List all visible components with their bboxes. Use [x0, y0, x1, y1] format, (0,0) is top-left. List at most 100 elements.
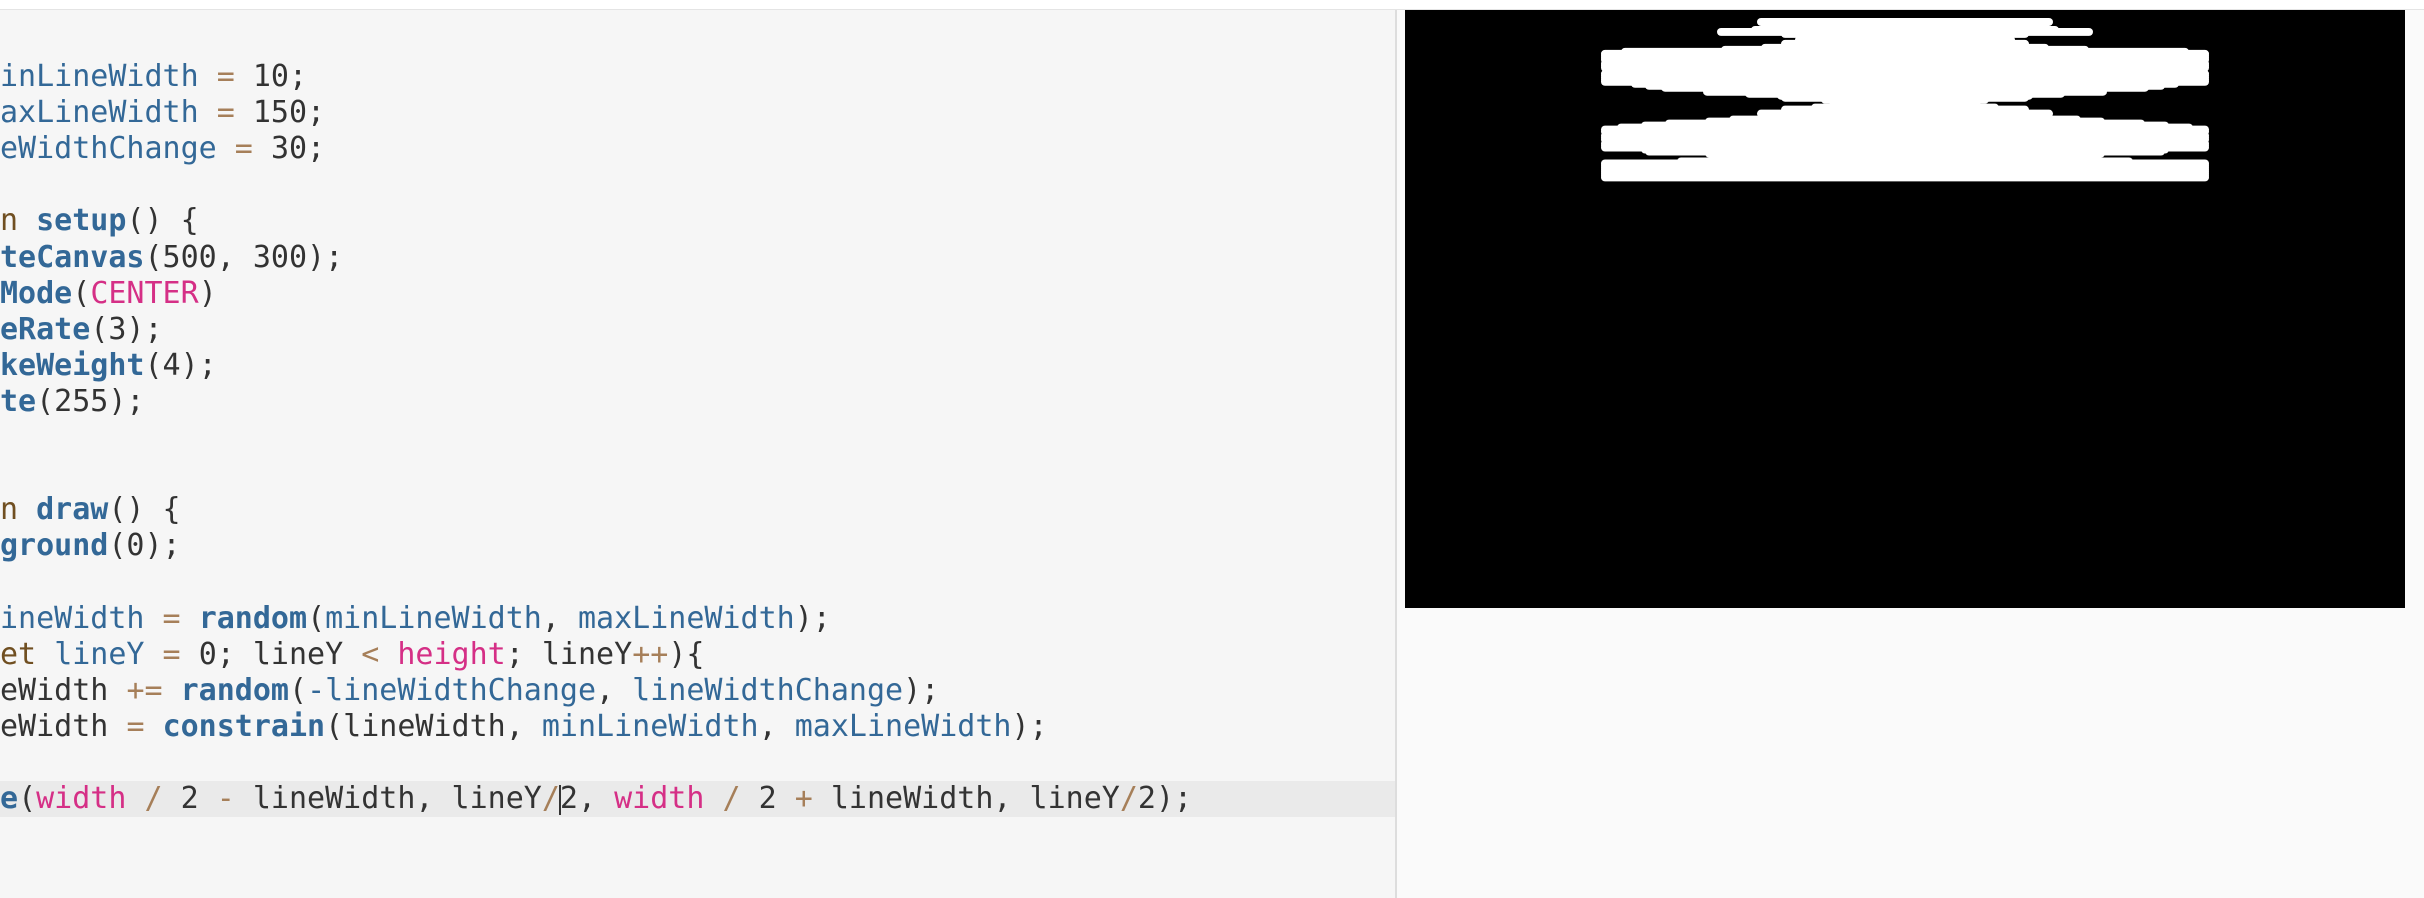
code-token: draw — [36, 492, 109, 528]
code-token: 150; — [252, 95, 326, 131]
code-token: < — [361, 636, 380, 672]
code-line[interactable] — [0, 456, 1395, 492]
code-area[interactable]: inLineWidth = 10; axLineWidth = 150; eWidt… — [0, 10, 1395, 898]
code-line[interactable]: n draw() { — [0, 492, 1395, 528]
code-token: += — [126, 672, 163, 708]
code-token: height — [397, 636, 506, 672]
code-token: ineWidth — [0, 600, 145, 636]
code-token: (0); — [108, 528, 181, 564]
code-token: / — [1119, 781, 1138, 816]
code-token: + — [794, 781, 813, 816]
code-token: setup — [36, 203, 127, 239]
code-token: (255); — [36, 383, 145, 419]
code-line[interactable]: e(width / 2 - lineWidth, lineY/2, width … — [0, 781, 1395, 817]
code-token: (3); — [90, 311, 163, 347]
code-token: eWidth — [0, 708, 127, 744]
code-token: = — [198, 59, 253, 94]
code-token: width — [614, 781, 705, 816]
code-line[interactable]: inLineWidth = 10; — [0, 59, 1395, 95]
code-token: n — [0, 492, 37, 528]
code-token: random — [180, 672, 289, 708]
code-token: lineWidth, lineY — [234, 781, 542, 816]
code-token: keWeight — [0, 347, 145, 383]
code-line[interactable] — [0, 745, 1395, 781]
sketch-preview-panel — [1397, 10, 2424, 898]
code-token: , — [596, 672, 633, 708]
code-token: = — [144, 600, 199, 636]
code-token: - — [216, 781, 235, 816]
code-line[interactable]: eWidthChange = 30; — [0, 131, 1395, 167]
code-token: (lineWidth, — [325, 708, 542, 744]
window-top-edge — [0, 0, 2424, 10]
code-token: ( — [289, 672, 308, 708]
code-token: maxLineWidth — [578, 600, 795, 636]
code-line[interactable]: n setup() { — [0, 203, 1395, 239]
code-token: et — [0, 636, 55, 672]
code-token: eWidth — [0, 672, 127, 708]
code-token: ); — [794, 600, 831, 636]
code-token: 2 — [180, 781, 217, 816]
code-token: random — [198, 600, 308, 636]
code-token: (500, 300); — [144, 239, 344, 275]
code-token: e — [0, 781, 19, 816]
code-token: inLineWidth — [0, 59, 199, 94]
code-line[interactable]: ineWidth = random(minLineWidth, maxLineW… — [0, 601, 1395, 637]
code-token: , — [541, 600, 578, 636]
code-line[interactable]: keWeight(4); — [0, 348, 1395, 384]
code-token: () { — [126, 203, 199, 239]
code-token: teCanvas — [0, 239, 145, 275]
code-token: ){ — [668, 636, 705, 672]
code-token: CENTER — [90, 275, 199, 311]
code-token: () { — [108, 492, 181, 528]
code-token: ++ — [632, 636, 669, 672]
code-line[interactable]: axLineWidth = 150; — [0, 95, 1395, 131]
code-token: 30; — [270, 131, 326, 167]
sketch-canvas — [1405, 10, 2405, 608]
code-line[interactable]: eWidth = constrain(lineWidth, minLineWid… — [0, 709, 1395, 745]
code-token: = — [126, 708, 145, 744]
code-token: width — [36, 781, 127, 816]
code-editor[interactable]: inLineWidth = 10; axLineWidth = 150; eWidt… — [0, 10, 1397, 898]
code-line[interactable]: eRate(3); — [0, 312, 1395, 348]
code-token: / — [126, 781, 181, 816]
code-line[interactable]: Mode(CENTER) — [0, 276, 1395, 312]
code-token: ; lineY — [505, 636, 633, 672]
code-token: = — [198, 95, 253, 131]
code-line[interactable]: teCanvas(500, 300); — [0, 240, 1395, 276]
code-token: , — [758, 708, 795, 744]
code-token: ( — [18, 781, 37, 816]
code-token: ground — [0, 528, 109, 564]
code-token: = — [144, 636, 199, 672]
code-token: 10; — [252, 59, 308, 94]
code-token: lineWidth, lineY — [812, 781, 1120, 816]
code-token: / — [704, 781, 759, 816]
code-token: minLineWidth — [325, 600, 542, 636]
code-token: lineWidthChange — [632, 672, 904, 708]
code-token: te — [0, 383, 37, 419]
code-line[interactable] — [0, 420, 1395, 456]
code-line[interactable]: ground(0); — [0, 528, 1395, 564]
code-token: ); — [1011, 708, 1048, 744]
code-line[interactable]: te(255); — [0, 384, 1395, 420]
code-token: = — [216, 131, 271, 167]
code-token: 0; lineY — [198, 636, 362, 672]
code-line[interactable] — [0, 564, 1395, 600]
code-token: ) — [198, 275, 217, 311]
code-token: lineY — [54, 636, 145, 672]
code-line[interactable]: et lineY = 0; lineY < height; lineY++){ — [0, 637, 1395, 673]
code-token: n — [0, 203, 37, 239]
code-token: -lineWidthChange — [307, 672, 597, 708]
code-token: eRate — [0, 311, 91, 347]
code-token: 2 — [758, 781, 795, 816]
code-token: ( — [72, 275, 91, 311]
code-token: eWidthChange — [0, 131, 217, 167]
code-token: / — [541, 781, 560, 816]
code-token: (4); — [144, 347, 217, 383]
code-line[interactable] — [0, 167, 1395, 203]
code-line[interactable]: eWidth += random(-lineWidthChange, lineW… — [0, 673, 1395, 709]
code-token: 2, — [559, 781, 615, 816]
code-token: maxLineWidth — [794, 708, 1012, 744]
